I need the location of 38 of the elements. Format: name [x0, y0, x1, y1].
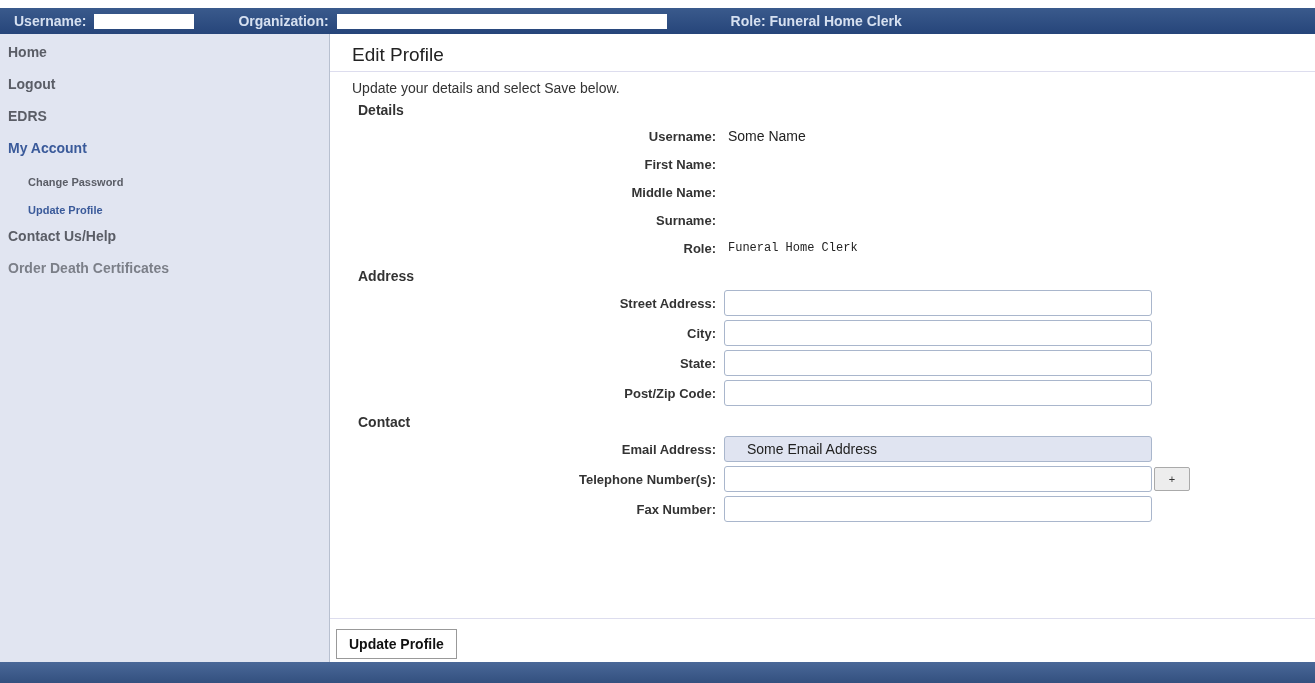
field-label: Street Address: — [619, 295, 716, 311]
role-label: Role: Funeral Home Clerk — [730, 13, 902, 29]
field-label: Middle Name: — [631, 184, 716, 200]
field-label: Email Address: — [621, 441, 716, 457]
field-value: Funeral Home Clerk — [727, 241, 858, 255]
sidebar-link[interactable]: Change Password — [28, 170, 124, 198]
field-label: Post/Zip Code: — [624, 385, 716, 401]
sidebar-link[interactable]: Update Profile — [28, 198, 103, 226]
username-label: Username: — [14, 13, 87, 29]
input-field[interactable] — [724, 496, 1152, 522]
field-label: Surname: — [656, 212, 716, 228]
section-heading: Contact — [358, 414, 411, 430]
field-label: Fax Number: — [636, 501, 716, 517]
sidebar-link[interactable]: Home — [8, 42, 47, 74]
update-profile-button[interactable]: Update Profile — [336, 629, 457, 659]
field-label: First Name: — [644, 156, 716, 172]
sidebar-link[interactable]: Contact Us/Help — [8, 226, 117, 258]
section-heading: Address — [358, 268, 415, 284]
field-label: Role: — [683, 240, 716, 256]
input-field[interactable] — [724, 466, 1152, 492]
field-label: State: — [679, 355, 716, 371]
page-title: Edit Profile — [330, 34, 1315, 72]
add-button[interactable]: + — [1154, 467, 1190, 491]
input-field[interactable] — [724, 290, 1152, 316]
field-label: Username: — [648, 128, 716, 144]
input-field[interactable] — [724, 380, 1152, 406]
field-value: Some Name — [727, 128, 806, 144]
input-field[interactable] — [724, 320, 1152, 346]
field-label: Telephone Number(s): — [579, 471, 716, 487]
sidebar-link[interactable]: My Account — [8, 138, 87, 170]
organization-label: Organization: — [238, 13, 329, 29]
intro-text: Update your details and select Save below. — [352, 80, 620, 96]
sidebar-link[interactable]: EDRS — [8, 106, 47, 138]
section-heading: Details — [358, 102, 404, 118]
sidebar-link[interactable]: Logout — [8, 74, 56, 106]
input-field[interactable]: Some Email Address — [724, 436, 1152, 462]
input-field[interactable] — [724, 350, 1152, 376]
field-label: City: — [687, 325, 716, 341]
